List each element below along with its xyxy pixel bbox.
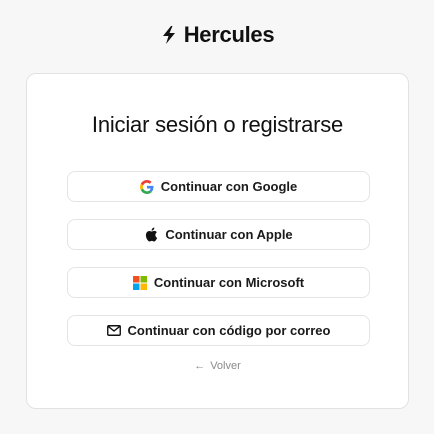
- lightning-bolt-icon: [160, 25, 178, 45]
- login-page: Hercules Iniciar sesión o registrarse Co…: [0, 0, 434, 434]
- brand-header: Hercules: [0, 22, 434, 48]
- google-icon: [139, 179, 154, 194]
- continue-with-microsoft-button[interactable]: Continuar con Microsoft: [67, 267, 370, 298]
- continue-with-apple-button[interactable]: Continuar con Apple: [67, 219, 370, 250]
- microsoft-icon: [132, 275, 147, 290]
- google-button-label: Continuar con Google: [160, 179, 298, 194]
- page-title: Iniciar sesión o registrarse: [91, 112, 344, 137]
- microsoft-button-label: Continuar con Microsoft: [153, 275, 305, 290]
- continue-with-email-code-button[interactable]: Continuar con código por correo: [67, 315, 370, 346]
- apple-icon: [144, 227, 158, 242]
- arrow-left-icon: ←: [194, 359, 206, 372]
- brand-name: Hercules: [183, 22, 275, 47]
- email-button-label: Continuar con código por correo: [127, 323, 331, 338]
- back-link-label: Volver: [210, 360, 241, 372]
- login-card: Iniciar sesión o registrarse Continuar c…: [26, 73, 409, 409]
- mail-icon: [106, 325, 121, 336]
- back-link[interactable]: ← Volver: [27, 360, 408, 372]
- continue-with-google-button[interactable]: Continuar con Google: [67, 171, 370, 202]
- apple-button-label: Continuar con Apple: [165, 227, 293, 242]
